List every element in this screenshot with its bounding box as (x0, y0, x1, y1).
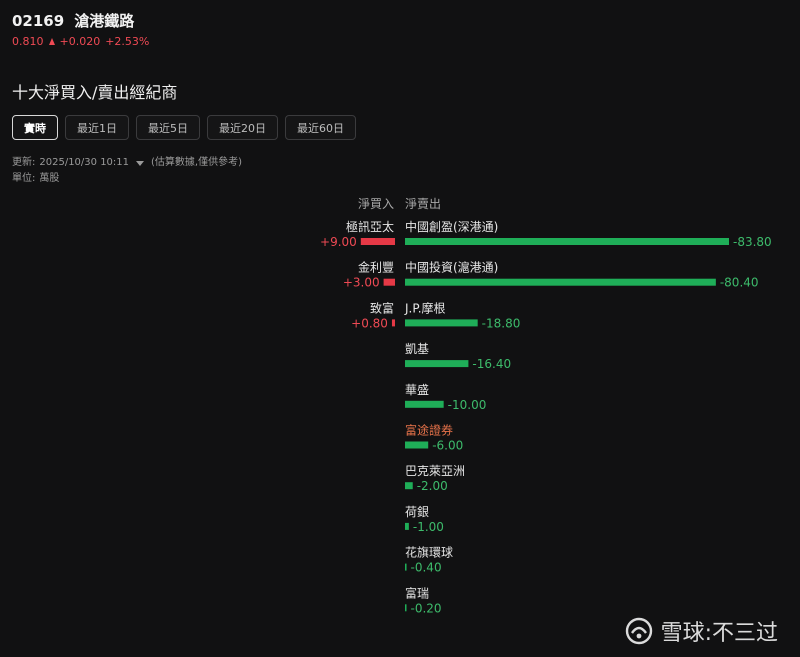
sell-value-label: -18.80 (482, 316, 521, 330)
sell-value-label: -10.00 (448, 398, 487, 412)
sell-bar (405, 441, 429, 449)
sell-broker-name: 富途證券 (405, 423, 453, 438)
watermark: 雪球:不三过 (625, 615, 778, 647)
sell-value-label: -80.40 (720, 276, 759, 290)
buy-value-label: +0.80 (351, 316, 388, 330)
sell-value-label: -0.40 (411, 561, 442, 575)
buy-bar (383, 278, 395, 286)
sell-bar (405, 604, 407, 612)
sell-bar (405, 482, 413, 490)
sell-broker-name: 中國創盈(深港通) (405, 219, 498, 234)
sell-bar (405, 278, 716, 286)
snowball-logo-icon (625, 617, 652, 645)
buy-broker-name: 致富 (370, 300, 394, 315)
sell-value-label: -6.00 (432, 439, 463, 453)
sell-broker-name: 富瑞 (405, 585, 429, 600)
buy-broker-name: 極訊亞太 (346, 219, 394, 234)
buy-value-label: +3.00 (343, 276, 380, 290)
sell-bar (405, 400, 444, 408)
buy-bar (391, 319, 395, 327)
sell-value-label: -2.00 (417, 479, 448, 493)
sell-broker-name: J.P.摩根 (404, 300, 446, 315)
sell-broker-name: 中國投資(滬港通) (405, 260, 498, 275)
broker-flow-page: 02169 滄港鐵路 0.810 +0.020 +2.53% 十大淨買入/賣出經… (0, 0, 800, 657)
sell-broker-name: 凱基 (405, 342, 429, 356)
sell-bar (405, 563, 407, 571)
sell-broker-name: 花旗環球 (405, 545, 453, 560)
sell-bar (405, 319, 478, 327)
sell-bar (405, 238, 729, 245)
sell-value-label: -83.80 (733, 235, 772, 249)
sell-broker-name: 荷銀 (405, 505, 429, 519)
sell-bar (405, 360, 469, 368)
sell-broker-name: 華盛 (405, 382, 429, 397)
buy-broker-name: 金利豐 (358, 260, 394, 275)
sell-broker-name: 巴克萊亞洲 (405, 464, 465, 478)
sell-value-label: -0.20 (411, 601, 442, 615)
watermark-text: 雪球:不三过 (660, 621, 778, 646)
sell-value-label: -1.00 (413, 520, 444, 534)
buy-value-label: +9.00 (320, 235, 357, 249)
sell-bar (405, 522, 409, 530)
buy-bar (360, 238, 395, 245)
broker-bar-chart: 中國創盈(深港通) -83.80 中國投資(滬港通) -80.40 J.P.摩根 -18.… (320, 219, 772, 615)
sell-value-label: -16.40 (472, 357, 511, 371)
